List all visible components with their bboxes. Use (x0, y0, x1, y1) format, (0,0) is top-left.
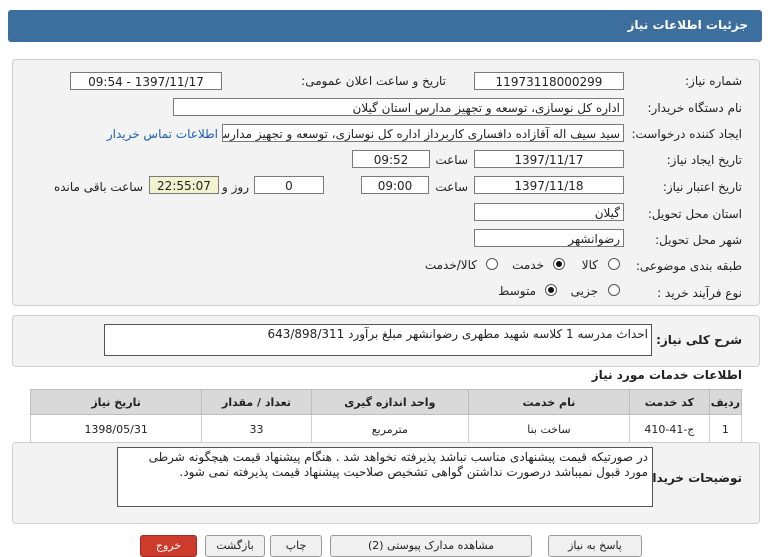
category-option-goods: کالا (581, 258, 598, 272)
cell-row-number: 1 (708, 414, 743, 444)
services-table-header: ردیف کد خدمت نام خدمت واحد اندازه گیری ت… (29, 389, 743, 415)
cell-service-name: ساخت بنا (467, 414, 630, 444)
page-title: جزئیات اطلاعات نیاز (627, 18, 748, 32)
created-date-label: تاریخ ایجاد نیاز: (666, 153, 742, 167)
category-radio-goods-service[interactable] (486, 258, 498, 270)
notes-label: توضیحات خریدار: (640, 471, 742, 485)
category-radio-goods[interactable] (608, 258, 620, 270)
col-row-number: ردیف (708, 389, 743, 415)
cell-unit: مترمربع (310, 414, 469, 444)
need-number-label: شماره نیاز: (685, 74, 742, 88)
col-service-name: نام خدمت (467, 389, 630, 415)
back-button[interactable]: بازگشت (205, 535, 265, 557)
attachments-button[interactable]: مشاهده مدارک پیوستی (2) (330, 535, 532, 557)
process-option-minor: جزیی (570, 284, 598, 298)
days-field[interactable]: 0 (254, 176, 324, 194)
creator-label: ایجاد کننده درخواست: (631, 127, 742, 141)
cell-service-code: ج-41-410 (628, 414, 710, 444)
category-radio-service[interactable] (553, 258, 565, 270)
city-field[interactable]: رضوانشهر (474, 229, 624, 247)
description-field[interactable]: احداث مدرسه 1 کلاسه شهید مطهری رضوانشهر … (104, 324, 652, 356)
validity-time-label: ساعت (435, 180, 468, 194)
cell-need-date: 1398/05/31 (29, 414, 203, 444)
process-radio-medium[interactable] (545, 284, 557, 296)
exit-button[interactable]: خروج (140, 535, 197, 557)
description-label: شرح کلی نیاز: (656, 333, 742, 347)
services-table: ردیف کد خدمت نام خدمت واحد اندازه گیری ت… (29, 389, 743, 444)
buyer-field[interactable]: اداره کل نوسازی، توسعه و تجهیز مدارس است… (173, 98, 624, 116)
validity-time-field[interactable]: 09:00 (361, 176, 429, 194)
contact-buyer-link[interactable]: اطلاعات تماس خریدار (107, 127, 218, 141)
validity-date-field[interactable]: 1397/11/18 (474, 176, 624, 194)
city-label: شهر محل تحویل: (655, 233, 742, 247)
remaining-label: ساعت باقی مانده (53, 180, 143, 194)
announce-field[interactable]: 1397/11/17 - 09:54 (70, 72, 222, 90)
col-need-date: تاریخ نیاز (29, 389, 203, 415)
category-option-goods-service: کالا/خدمت (424, 258, 477, 272)
category-label: طبقه بندی موضوعی: (635, 259, 742, 273)
process-radio-minor[interactable] (608, 284, 620, 296)
process-option-medium: متوسط (498, 284, 536, 298)
validity-label: تاریخ اعتبار نیاز: (662, 180, 742, 194)
reply-button[interactable]: پاسخ به نیاز (548, 535, 642, 557)
need-number-field[interactable]: 11973118000299 (474, 72, 624, 90)
need-details-page: جزئیات اطلاعات نیاز شماره نیاز: 11973118… (0, 0, 770, 557)
days-label: روز و (222, 180, 249, 194)
print-button[interactable]: چاپ (270, 535, 322, 557)
creator-field[interactable]: سید سیف اله آقازاده دافساری کاربرداز ادا… (222, 124, 624, 142)
created-time-label: ساعت (435, 153, 468, 167)
announce-label: تاریخ و ساعت اعلان عمومی: (301, 74, 446, 88)
notes-field[interactable]: در صورتیکه قیمت پیشنهادی مناسب نباشد پذی… (117, 447, 653, 507)
cell-quantity: 33 (201, 414, 312, 444)
category-option-service: خدمت (512, 258, 544, 272)
process-label: نوع فرآیند خرید : (657, 286, 742, 300)
col-service-code: کد خدمت (628, 389, 710, 415)
created-time-field[interactable]: 09:52 (352, 150, 430, 168)
title-bar: جزئیات اطلاعات نیاز (8, 10, 762, 42)
col-unit: واحد اندازه گیری (310, 389, 469, 415)
services-section-title: اطلاعات خدمات مورد نیاز (591, 368, 742, 382)
remaining-time-field: 22:55:07 (149, 176, 219, 194)
buyer-label: نام دستگاه خریدار: (647, 101, 743, 115)
created-date-field[interactable]: 1397/11/17 (474, 150, 624, 168)
table-row: 1 ج-41-410 ساخت بنا مترمربع 33 1398/05/3… (29, 414, 743, 444)
province-label: استان محل تحویل: (647, 207, 742, 221)
province-field[interactable]: گیلان (474, 203, 624, 221)
col-quantity: تعداد / مقدار (201, 389, 312, 415)
